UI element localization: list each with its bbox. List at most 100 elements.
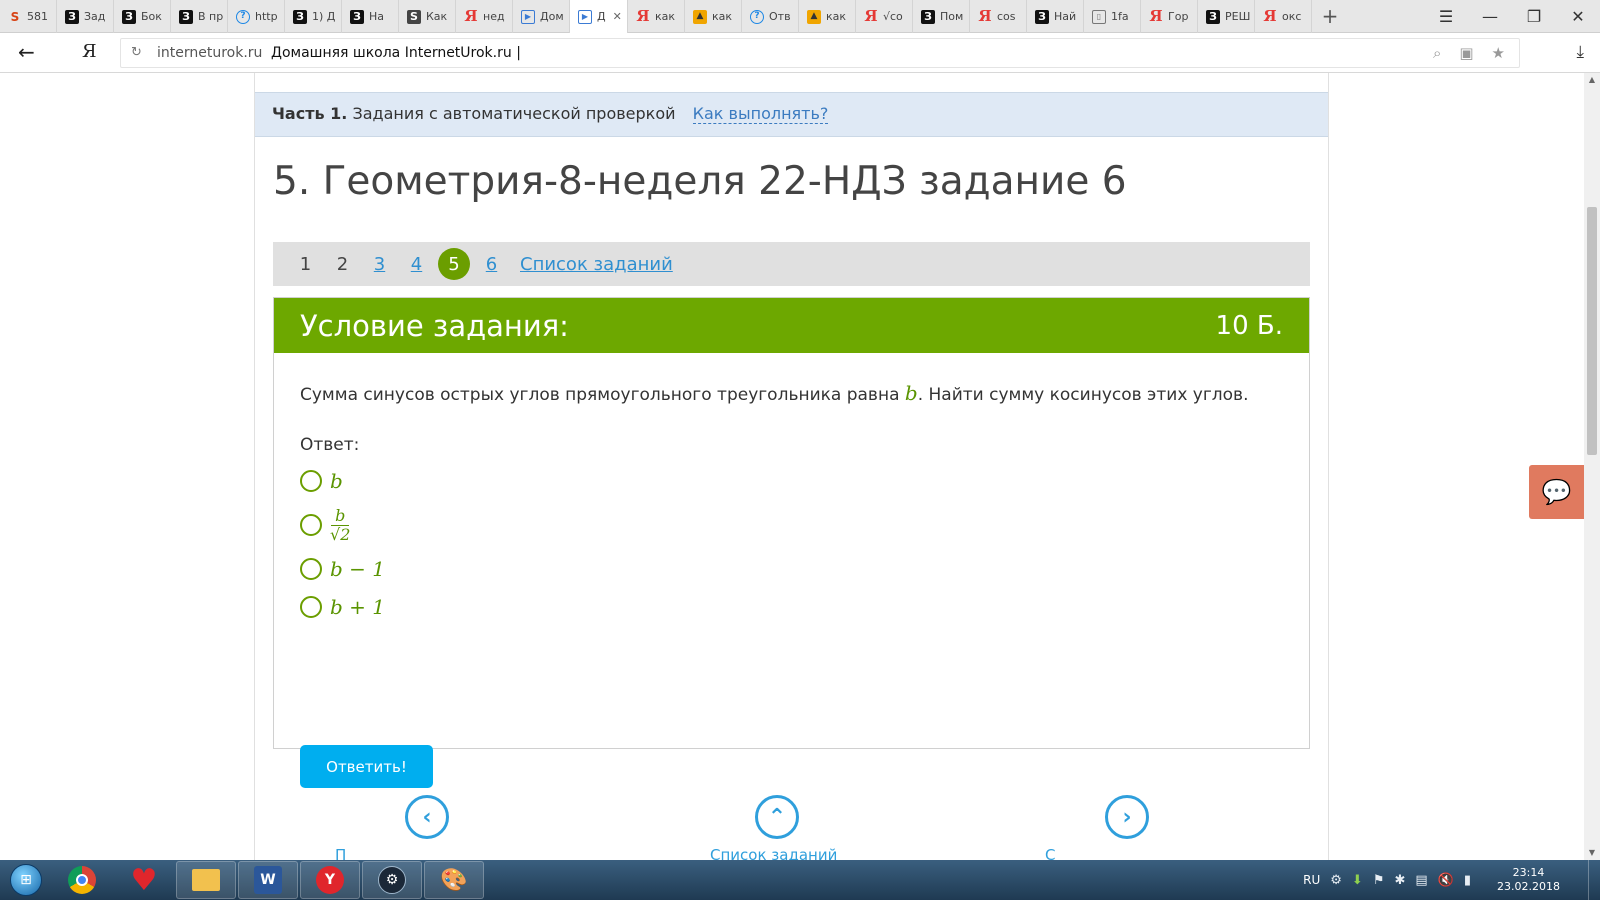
submit-button[interactable]: Ответить! bbox=[300, 745, 433, 788]
page-search-icon[interactable]: ⌕ bbox=[1433, 44, 1441, 62]
show-desktop-button[interactable] bbox=[1588, 860, 1600, 900]
bookmark-star-icon[interactable]: ★ bbox=[1492, 44, 1505, 62]
radio-button[interactable] bbox=[300, 596, 322, 619]
download-tray-icon[interactable]: ⬇ bbox=[1352, 873, 1363, 888]
pager-item-current[interactable]: 5 bbox=[438, 248, 470, 280]
scroll-thumb[interactable] bbox=[1587, 207, 1597, 455]
url-field[interactable]: ↻ interneturok.ru Домашняя школа Interne… bbox=[120, 38, 1520, 68]
task-list-up-icon[interactable]: ⌃ bbox=[755, 795, 799, 839]
browser-tab[interactable]: Я √co bbox=[856, 0, 913, 33]
browser-tab[interactable]: З РЕШ bbox=[1198, 0, 1255, 33]
protect-icon[interactable]: ▣ bbox=[1459, 44, 1473, 62]
answer-option-4[interactable]: b + 1 bbox=[300, 595, 1283, 619]
menu-icon[interactable]: ☰ bbox=[1424, 0, 1468, 33]
taskbar-heart-app[interactable]: ♥ bbox=[114, 861, 174, 899]
fraction-numerator: b bbox=[331, 507, 350, 526]
prev-task-icon[interactable]: ‹ bbox=[405, 795, 449, 839]
close-tab-icon[interactable]: ✕ bbox=[613, 10, 622, 23]
download-icon[interactable]: ⤓ bbox=[1576, 42, 1584, 62]
restore-icon[interactable]: ❐ bbox=[1512, 0, 1556, 33]
radio-button[interactable] bbox=[300, 514, 322, 537]
tab-label: нед bbox=[483, 10, 505, 23]
chat-icon[interactable]: 💬 bbox=[1529, 465, 1584, 519]
pager-item-6[interactable]: 6 bbox=[473, 254, 510, 275]
browser-tab[interactable]: З На bbox=[342, 0, 399, 33]
z-site-icon: З bbox=[1206, 9, 1220, 24]
steam-tray-icon[interactable]: ⚙ bbox=[1330, 873, 1342, 888]
bluetooth-icon[interactable]: ✱ bbox=[1394, 873, 1405, 888]
browser-tab[interactable]: З Най bbox=[1027, 0, 1084, 33]
browser-tab[interactable]: Якак bbox=[628, 0, 685, 33]
answer-option-2[interactable]: b √2 bbox=[300, 507, 1283, 543]
taskbar-chrome[interactable] bbox=[52, 861, 112, 899]
start-button[interactable]: ⊞ bbox=[0, 860, 52, 900]
task-list-link[interactable]: Список заданий bbox=[520, 254, 673, 275]
browser-tab[interactable]: ? Отв bbox=[742, 0, 799, 33]
taskbar-word[interactable]: W bbox=[238, 861, 298, 899]
system-clock[interactable]: 23:14 23.02.2018 bbox=[1497, 866, 1560, 895]
part-label: Часть 1. bbox=[272, 104, 348, 123]
yandex-browser-icon: Y bbox=[316, 866, 344, 894]
browser-tab[interactable]: З Бок bbox=[114, 0, 171, 33]
browser-tab[interactable]: З В пр bbox=[171, 0, 228, 33]
taskbar-steam[interactable]: ⚙ bbox=[362, 861, 422, 899]
clock-date: 23.02.2018 bbox=[1497, 880, 1560, 893]
next-task-label[interactable]: С bbox=[1045, 846, 1055, 860]
pager-item-3[interactable]: 3 bbox=[361, 254, 398, 275]
browser-tab[interactable]: ▲ как bbox=[685, 0, 742, 33]
next-task-icon[interactable]: › bbox=[1105, 795, 1149, 839]
radio-button[interactable] bbox=[300, 470, 322, 492]
radio-button[interactable] bbox=[300, 558, 322, 581]
tab-active[interactable]: ▶ Д ✕ bbox=[570, 0, 628, 33]
answer-option-3[interactable]: b − 1 bbox=[300, 557, 1283, 581]
how-to-link[interactable]: Как выполнять? bbox=[692, 104, 829, 124]
close-window-icon[interactable]: ✕ bbox=[1556, 0, 1600, 33]
page-scrollbar[interactable]: ▲ ▼ bbox=[1584, 73, 1600, 860]
yandex-logo[interactable]: Я bbox=[82, 41, 97, 62]
browser-tab[interactable]: З Зад bbox=[57, 0, 114, 33]
scroll-up-icon[interactable]: ▲ bbox=[1584, 73, 1600, 87]
signal-icon[interactable]: ▮ bbox=[1464, 873, 1471, 888]
browser-tab[interactable]: Яcos bbox=[970, 0, 1027, 33]
pager-item-2[interactable]: 2 bbox=[324, 254, 361, 275]
word-icon: W bbox=[254, 866, 282, 894]
browser-tab[interactable]: ▯ 1fa bbox=[1084, 0, 1141, 33]
browser-tab[interactable]: Янед bbox=[456, 0, 513, 33]
option-fraction: b √2 bbox=[330, 507, 350, 543]
browser-tab[interactable]: Яокс bbox=[1255, 0, 1312, 33]
task-list-label[interactable]: Список заданий bbox=[710, 846, 837, 860]
tab-label: http bbox=[255, 10, 278, 23]
fire-icon: S bbox=[10, 9, 20, 24]
new-tab-button[interactable]: + bbox=[1312, 0, 1348, 32]
taskbar-explorer[interactable] bbox=[176, 861, 236, 899]
minimize-icon[interactable]: — bbox=[1468, 0, 1512, 33]
z-site-icon: З bbox=[350, 9, 364, 24]
scroll-down-icon[interactable]: ▼ bbox=[1584, 846, 1600, 860]
browser-tab[interactable]: Я Гор bbox=[1141, 0, 1198, 33]
network-flag-icon[interactable]: ⚑ bbox=[1373, 873, 1385, 888]
pager-item-1[interactable]: 1 bbox=[287, 254, 324, 275]
yandex-icon: Я bbox=[978, 7, 992, 25]
device-icon[interactable]: ▤ bbox=[1415, 873, 1427, 888]
browser-tab[interactable]: ? http bbox=[228, 0, 285, 33]
answer-option-1[interactable]: b bbox=[300, 469, 1283, 493]
tab-label: Отв bbox=[769, 10, 791, 23]
browser-tab[interactable]: З 1) Д bbox=[285, 0, 342, 33]
browser-tab[interactable]: ▶ Дом bbox=[513, 0, 570, 33]
taskbar-yandex[interactable]: Y bbox=[300, 861, 360, 899]
pager-item-4[interactable]: 4 bbox=[398, 254, 435, 275]
url-actions: ⌕ ▣ ★ bbox=[1433, 44, 1505, 62]
browser-tab[interactable]: ▲ как bbox=[799, 0, 856, 33]
yandex-icon: Я bbox=[1263, 7, 1277, 25]
prev-task-label[interactable]: П bbox=[335, 846, 346, 860]
browser-tab[interactable]: S 581 bbox=[0, 0, 57, 33]
browser-tab[interactable]: S Как bbox=[399, 0, 456, 33]
back-arrow-icon[interactable]: ← bbox=[18, 40, 35, 64]
reload-icon[interactable]: ↻ bbox=[131, 45, 142, 60]
volume-muted-icon[interactable]: 🔇 bbox=[1438, 873, 1454, 888]
browser-tab[interactable]: З Пом bbox=[913, 0, 970, 33]
url-host: interneturok.ru bbox=[157, 45, 263, 61]
address-bar: ← Я ↻ interneturok.ru Домашняя школа Int… bbox=[0, 33, 1600, 73]
language-indicator[interactable]: RU bbox=[1303, 873, 1320, 887]
taskbar-paint[interactable]: 🎨 bbox=[424, 861, 484, 899]
